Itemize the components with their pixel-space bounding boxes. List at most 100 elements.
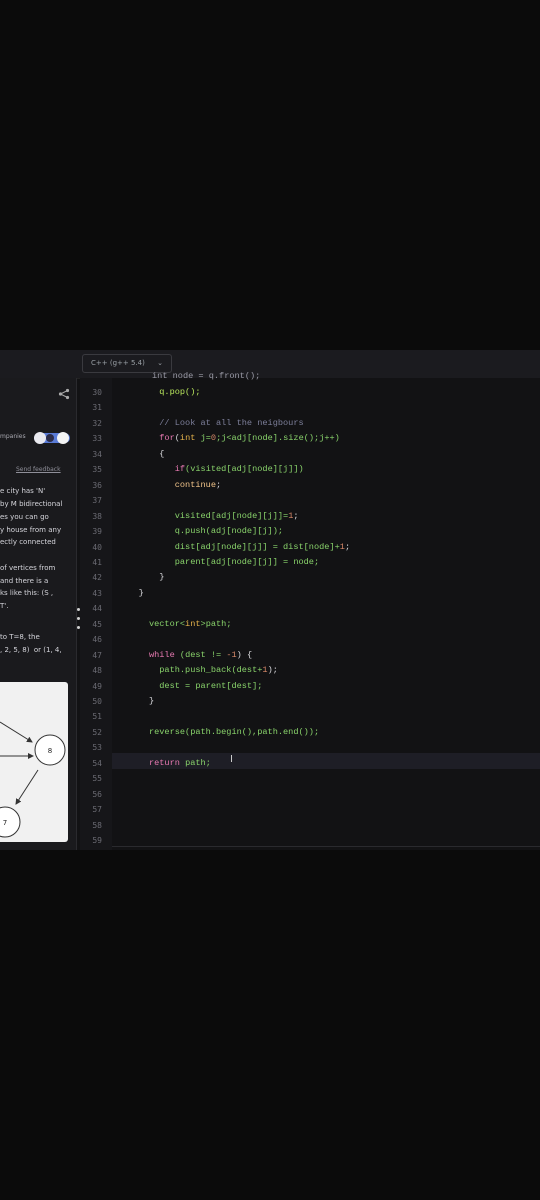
line-number: 35 — [92, 465, 102, 475]
line-number: 53 — [92, 743, 102, 753]
code-token: ); — [267, 665, 278, 676]
code-line: dist[adj[node][j]] = dist[node]+1; — [118, 542, 350, 552]
description-line: ks like this: (S , — [0, 589, 54, 597]
description-line: ectly connected — [0, 538, 56, 546]
code-token: path; — [179, 757, 211, 768]
code-token: } — [118, 696, 155, 706]
code-editor[interactable]: int node = q.front(); I 30 q.pop(); 31 32 … — [80, 371, 540, 850]
line-number: 50 — [92, 697, 102, 706]
graph-node-label: 8 — [48, 747, 52, 755]
chevron-down-icon: ⌄ — [157, 359, 163, 367]
company-logos-icon[interactable] — [33, 431, 71, 445]
code-token: reverse(path.begin(),path.end()); — [118, 726, 320, 737]
code-token: dist[adj[node][j]] = dist[node]+ — [118, 541, 340, 552]
code-line: visited[adj[node][j]]=1; — [118, 511, 299, 521]
app-window: C++ (g++ 5.4) ⌄ mpanies Send feedback e … — [0, 350, 540, 850]
line-number: 33 — [92, 434, 102, 444]
code-token: dest = parent[dest]; — [118, 680, 263, 691]
line-number: 51 — [92, 712, 102, 722]
code-token: if — [174, 464, 186, 475]
line-number: 59 — [92, 836, 102, 846]
code-token: while — [148, 649, 175, 660]
line-number: 45 — [92, 619, 102, 629]
line-number: 47 — [92, 650, 102, 660]
code-token: vector< — [118, 618, 186, 629]
code-token: ; — [344, 541, 351, 552]
code-line: while (dest != -1) { — [118, 650, 252, 660]
line-number: 58 — [92, 820, 102, 830]
code-line: continue; — [118, 480, 221, 490]
line-number: 42 — [92, 573, 102, 583]
code-token: (visited[adj[node][j]]) — [185, 464, 304, 475]
code-line: q.push(adj[node][j]); — [118, 526, 283, 536]
code-token: parent[adj[node][j]] = node; — [118, 556, 320, 567]
code-token: (dest != — [174, 649, 227, 660]
line-number: 46 — [92, 635, 102, 645]
code-line: if(visited[adj[node][j]]) — [118, 464, 304, 474]
code-token: -1 — [226, 649, 237, 660]
code-token: ;j<adj[node].size();j++) — [216, 433, 340, 444]
text-cursor-icon: I — [230, 754, 233, 765]
description-line: e city has 'N' — [0, 487, 46, 495]
line-number: 34 — [92, 449, 102, 459]
code-line: reverse(path.begin(),path.end()); — [118, 727, 319, 737]
description-line: of vertices from — [0, 564, 56, 572]
code-line: for(int j=0;j<adj[node].size();j++) — [118, 433, 340, 443]
line-number: 38 — [92, 511, 102, 521]
code-token: // Look at all the neigbours — [118, 417, 304, 428]
code-token: visited[adj[node][j]]= — [118, 510, 289, 521]
code-token: q.pop(); — [118, 387, 201, 397]
horizontal-scrollbar[interactable] — [112, 846, 540, 847]
line-number: 40 — [92, 542, 102, 552]
line-number: 31 — [92, 403, 102, 413]
code-token: q.push(adj[node][j]); — [118, 526, 284, 537]
line-number: 37 — [92, 496, 102, 506]
line-number: 55 — [92, 774, 102, 784]
line-number: 41 — [92, 557, 102, 567]
line-number: 57 — [92, 805, 102, 815]
code-line: parent[adj[node][j]] = node; — [118, 557, 319, 567]
code-token: j= — [195, 433, 211, 444]
code-token: ; — [293, 510, 299, 521]
description-line: es you can go — [0, 513, 49, 521]
description-line: y house from any — [0, 526, 62, 534]
code-line: } — [118, 588, 144, 598]
problem-panel: mpanies Send feedback e city has 'N' by … — [0, 378, 77, 850]
send-feedback-link[interactable]: Send feedback — [16, 466, 61, 473]
line-number: 48 — [92, 666, 102, 676]
code-token: int — [179, 433, 196, 444]
screen: { "toolbar": { "language": "C++ (g++ 5.4… — [0, 0, 540, 1200]
graph-diagram: 8 7 — [0, 721, 66, 838]
code-line: } — [118, 572, 164, 582]
companies-label: mpanies — [0, 433, 26, 440]
line-number: 43 — [92, 588, 102, 598]
code-token: ) { — [236, 649, 253, 660]
line-number: 30 — [92, 388, 102, 397]
code-line: path.push_back(dest+1); — [118, 665, 278, 675]
share-icon[interactable] — [58, 388, 70, 400]
line-number: 36 — [92, 480, 102, 490]
line-number: 56 — [92, 789, 102, 799]
code-line: q.pop(); — [118, 387, 201, 397]
code-token: } — [118, 587, 144, 598]
code-line: dest = parent[dest]; — [118, 681, 262, 691]
graph-node-label: 7 — [3, 819, 7, 827]
code-line: // Look at all the neigbours — [118, 417, 304, 428]
code-line: { — [118, 449, 164, 459]
line-number: 54 — [92, 758, 102, 768]
code-token: for — [159, 433, 175, 444]
description-line: T'. — [0, 602, 9, 610]
code-token: } — [118, 572, 165, 583]
code-token: int — [185, 618, 201, 629]
description-line: by M bidirectional — [0, 500, 63, 508]
language-label: C++ (g++ 5.4) — [91, 359, 145, 367]
code-line: vector<int>path; — [118, 618, 232, 629]
graph-edge — [15, 769, 39, 805]
code-line-partial: int node = q.front(); — [152, 371, 261, 381]
code-token: return — [148, 757, 180, 768]
code-token: path.push_back(dest+ — [118, 665, 263, 676]
